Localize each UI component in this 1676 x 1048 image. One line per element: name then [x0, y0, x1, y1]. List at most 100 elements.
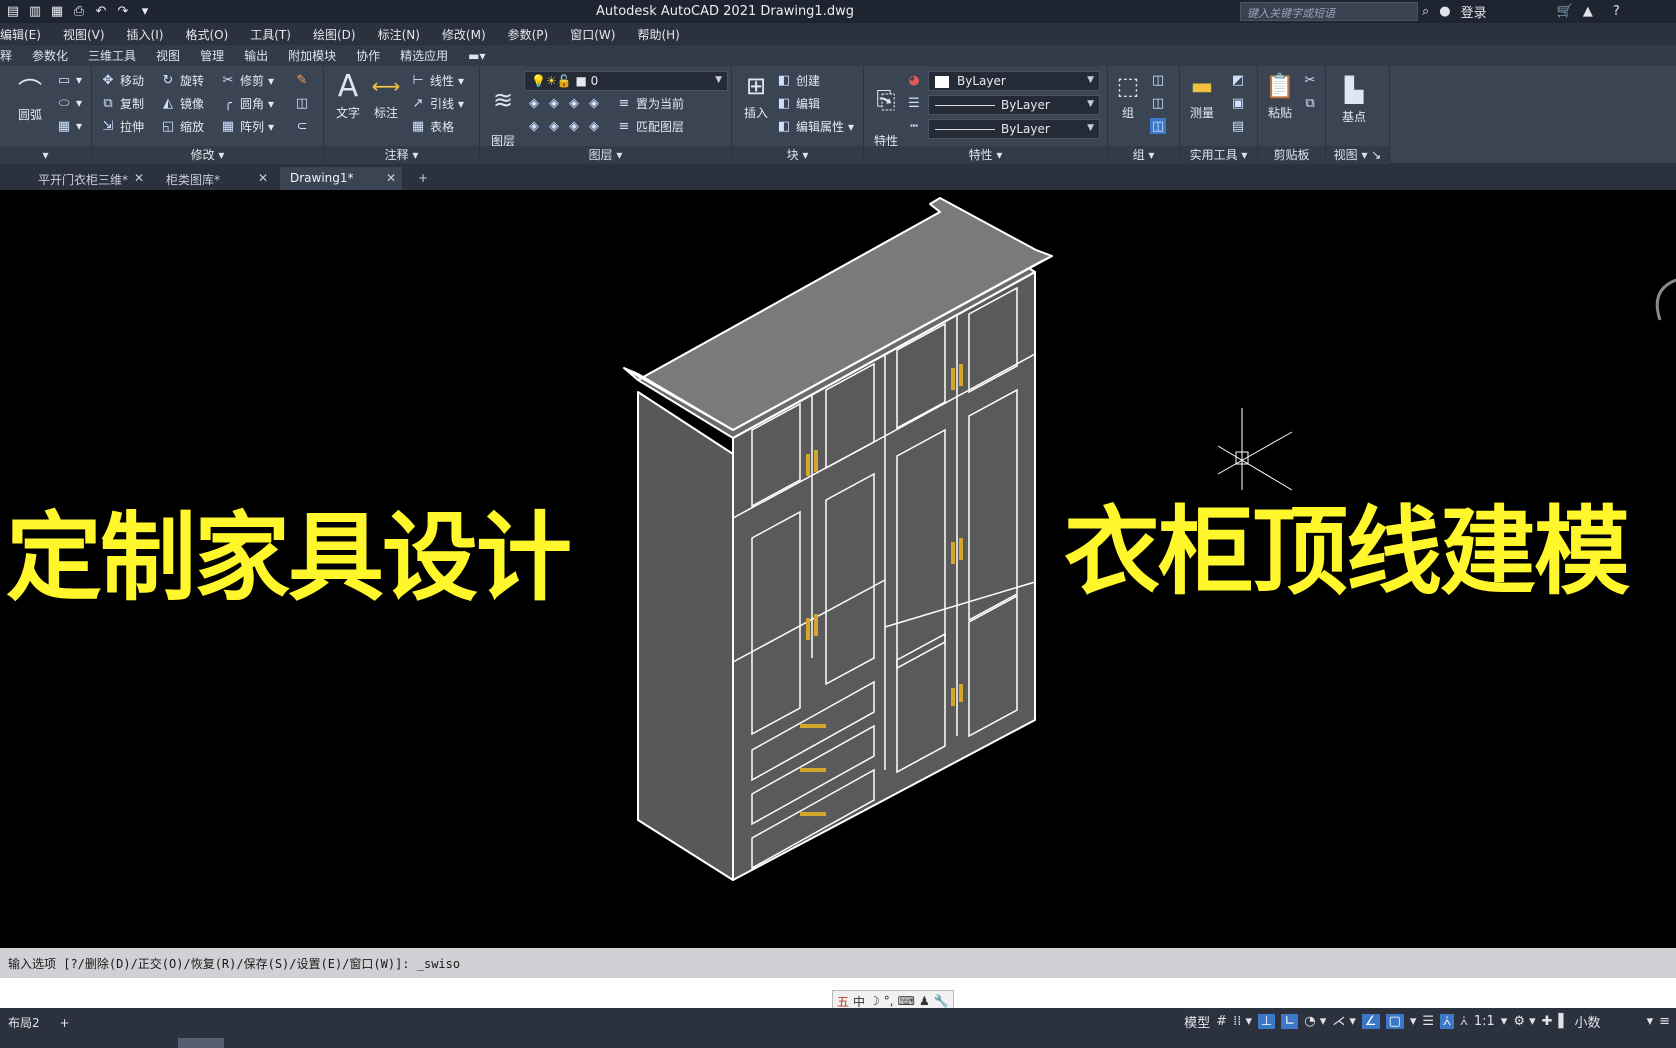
- menu-tools[interactable]: 工具(T): [239, 26, 302, 43]
- workspace-icon[interactable]: ▾: [136, 2, 154, 20]
- move-button[interactable]: ✥ 移动: [100, 72, 144, 89]
- annotation-panel-title[interactable]: 注释 ▾: [324, 146, 479, 164]
- layer-isolate-icon[interactable]: ◈: [546, 95, 562, 111]
- cart-icon[interactable]: 🛒: [1557, 4, 1573, 19]
- print-icon[interactable]: ⎙: [70, 2, 88, 20]
- menu-icon[interactable]: ≡: [1659, 1014, 1670, 1029]
- menu-edit[interactable]: 编辑(E): [0, 26, 52, 43]
- dimension-button[interactable]: ⟷ 标注: [368, 70, 404, 121]
- close-icon[interactable]: ✕: [258, 171, 268, 185]
- modify-panel-title[interactable]: 修改 ▾: [92, 146, 323, 164]
- explode-button[interactable]: ◫: [294, 95, 310, 111]
- plus-icon[interactable]: ✚: [1542, 1014, 1553, 1029]
- chevron-down-icon[interactable]: ▾: [1410, 1014, 1417, 1029]
- properties-panel-title[interactable]: 特性 ▾: [864, 146, 1107, 164]
- annotation-visibility-icon[interactable]: ⩑: [1440, 1014, 1454, 1029]
- units-icon[interactable]: ▌: [1559, 1014, 1569, 1029]
- hatch-button[interactable]: ▦ ▾: [56, 118, 82, 134]
- table-button[interactable]: ▦ 表格: [410, 118, 454, 135]
- file-tab-drawing1[interactable]: Drawing1* ✕: [280, 167, 402, 190]
- autodesk-icon[interactable]: ▲: [1583, 4, 1593, 19]
- create-block-button[interactable]: ◧ 创建: [776, 72, 820, 89]
- menu-parametric[interactable]: 参数(P): [497, 26, 560, 43]
- tab-output[interactable]: 输出: [234, 47, 278, 64]
- infer-constraints-icon[interactable]: ⊥: [1258, 1014, 1276, 1029]
- color-wheel-icon[interactable]: ◕: [906, 72, 922, 88]
- object-snap-icon[interactable]: ▢: [1385, 1014, 1404, 1029]
- linear-button[interactable]: ⊢ 线性 ▾: [410, 72, 464, 89]
- model-space-button[interactable]: 模型: [1184, 1012, 1210, 1031]
- layer-dropdown[interactable]: 💡☀🔓 ■ 0 ▼: [524, 71, 728, 91]
- ime-moon-icon[interactable]: ☽: [869, 994, 880, 1008]
- menu-draw[interactable]: 绘图(D): [302, 26, 367, 43]
- tab-extra-icon[interactable]: ▬▾: [458, 49, 495, 63]
- rotate-button[interactable]: ↻ 旋转: [160, 72, 204, 89]
- close-icon[interactable]: ✕: [386, 171, 396, 185]
- measure-button[interactable]: ▬ 测量: [1182, 70, 1222, 121]
- close-icon[interactable]: ✕: [134, 171, 144, 185]
- base-button[interactable]: ▙ 基点: [1330, 74, 1378, 125]
- tab-addins[interactable]: 附加模块: [278, 47, 346, 64]
- tab-manage[interactable]: 管理: [190, 47, 234, 64]
- publish-icon[interactable]: ▦: [48, 2, 66, 20]
- search-input[interactable]: 键入关键字或短语: [1240, 2, 1418, 21]
- redo-icon[interactable]: ↷: [114, 2, 132, 20]
- polar-icon[interactable]: ◔ ▾: [1304, 1014, 1326, 1029]
- clipboard-panel-title[interactable]: 剪贴板: [1258, 146, 1325, 164]
- drawing-canvas[interactable]: 定制家具设计 衣柜顶线建模: [0, 190, 1676, 947]
- lineweight-toggle-icon[interactable]: ☰: [1422, 1014, 1434, 1029]
- arc-button[interactable]: ⌒ 圆弧: [10, 72, 50, 123]
- menu-modify[interactable]: 修改(M): [431, 26, 497, 43]
- file-tab-wardrobe-3d[interactable]: 平开门衣柜三维* ✕: [28, 167, 150, 190]
- tab-view[interactable]: 视图: [146, 47, 190, 64]
- rectangle-button[interactable]: ▭ ▾: [56, 72, 82, 88]
- edit-attributes-button[interactable]: ◧ 编辑属性 ▾: [776, 118, 854, 135]
- group-select-icon[interactable]: ◫: [1150, 118, 1166, 134]
- file-tab-cabinet-library[interactable]: 柜类图库* ✕: [156, 167, 274, 190]
- menu-view[interactable]: 视图(V): [52, 26, 116, 43]
- array-button[interactable]: ▦ 阵列 ▾: [220, 118, 274, 135]
- snap-icon[interactable]: ⁞⁞ ▾: [1233, 1014, 1252, 1029]
- viewcube-icon[interactable]: [1655, 278, 1676, 321]
- auto-scale-icon[interactable]: ⩑: [1460, 1014, 1468, 1029]
- leader-button[interactable]: ↗ 引线 ▾: [410, 95, 465, 112]
- stretch-button[interactable]: ⇲ 拉伸: [100, 118, 144, 135]
- copy-button[interactable]: ⧉ 复制: [100, 95, 144, 112]
- chevron-down-icon[interactable]: ▾: [1501, 1014, 1508, 1029]
- color-dropdown[interactable]: ByLayer ▼: [928, 71, 1100, 91]
- annotation-scale-value[interactable]: 1:1: [1474, 1014, 1495, 1029]
- plus-icon[interactable]: +: [59, 1016, 69, 1030]
- paste-button[interactable]: 📋 粘贴: [1260, 70, 1300, 121]
- layers-panel-title[interactable]: 图层 ▾: [480, 146, 731, 164]
- menu-window[interactable]: 窗口(W): [559, 26, 626, 43]
- fillet-button[interactable]: ╭ 圆角 ▾: [220, 95, 274, 112]
- isodraft-icon[interactable]: ⋌ ▾: [1332, 1014, 1356, 1029]
- insert-button[interactable]: ⊞ 插入: [736, 70, 776, 121]
- menu-insert[interactable]: 插入(I): [116, 26, 175, 43]
- ime-punct-icon[interactable]: °,: [884, 994, 894, 1008]
- save-icon[interactable]: ▤: [4, 2, 22, 20]
- keyboard-icon[interactable]: ⌨: [898, 994, 915, 1008]
- login-link[interactable]: 登录: [1461, 2, 1487, 21]
- mirror-button[interactable]: ◭ 镜像: [160, 95, 204, 112]
- ellipse-button[interactable]: ⬭ ▾: [56, 95, 82, 111]
- match-layer-button[interactable]: ≡ 匹配图层: [616, 118, 684, 135]
- layer-lock-icon[interactable]: ◈: [586, 95, 602, 111]
- object-snap-tracking-icon[interactable]: ∠: [1361, 1014, 1380, 1029]
- quick-select-icon[interactable]: ◩: [1230, 72, 1246, 88]
- ime-chinese-icon[interactable]: 中: [853, 993, 865, 1010]
- linetype-dropdown[interactable]: ByLayer ▼: [928, 95, 1100, 115]
- menu-format[interactable]: 格式(O): [174, 26, 239, 43]
- cut-icon[interactable]: ✂: [1302, 72, 1318, 88]
- menu-dimension[interactable]: 标注(N): [367, 26, 431, 43]
- scale-button[interactable]: ◱ 缩放: [160, 118, 204, 135]
- search-icon[interactable]: ⌕: [1422, 4, 1429, 19]
- group-button[interactable]: ⬚ 组: [1112, 70, 1144, 121]
- view-panel-title[interactable]: 视图 ▾ ↘: [1326, 146, 1389, 164]
- menu-help[interactable]: 帮助(H): [626, 26, 690, 43]
- tab-featured-apps[interactable]: 精选应用: [390, 47, 458, 64]
- edit-block-button[interactable]: ◧ 编辑: [776, 95, 820, 112]
- set-current-button[interactable]: ≡ 置为当前: [616, 95, 684, 112]
- layer-unlock-icon[interactable]: ◈: [586, 118, 602, 134]
- offset-button[interactable]: ⊂: [294, 118, 310, 134]
